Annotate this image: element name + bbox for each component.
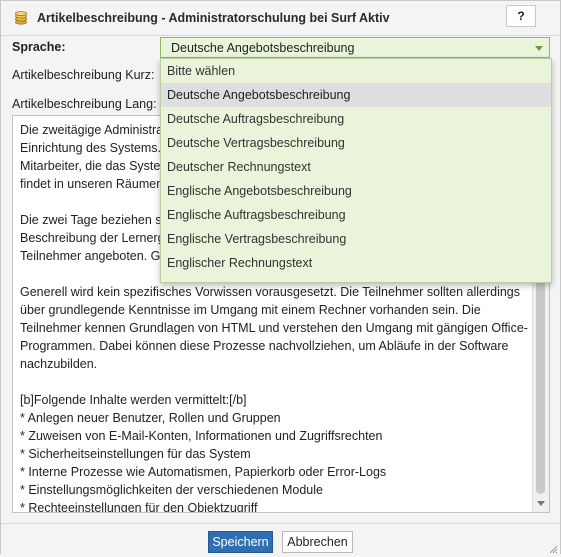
option-deutsche-auftragsbeschreibung[interactable]: Deutsche Auftragsbeschreibung [161, 107, 551, 131]
cancel-button[interactable]: Abbrechen [282, 531, 353, 553]
language-select-value: Deutsche Angebotsbeschreibung [171, 41, 355, 55]
lang-label: Artikelbeschreibung Lang: [12, 97, 157, 111]
option-englischer-rechnungstext[interactable]: Englischer Rechnungstext [161, 251, 551, 275]
chevron-down-icon [535, 46, 543, 51]
resize-grip-icon[interactable] [548, 543, 558, 554]
article-description-dialog: Artikelbeschreibung - Administratorschul… [0, 0, 561, 555]
title-bar: Artikelbeschreibung - Administratorschul… [1, 1, 560, 36]
window-title: Artikelbeschreibung - Administratorschul… [37, 11, 390, 25]
language-select[interactable]: Deutsche Angebotsbeschreibung [160, 37, 550, 58]
option-deutsche-vertragsbeschreibung[interactable]: Deutsche Vertragsbeschreibung [161, 131, 551, 155]
language-dropdown-list: Bitte wählen Deutsche Angebotsbeschreibu… [160, 58, 552, 283]
option-deutscher-rechnungstext[interactable]: Deutscher Rechnungstext [161, 155, 551, 179]
option-englische-vertragsbeschreibung[interactable]: Englische Vertragsbeschreibung [161, 227, 551, 251]
help-button[interactable]: ? [506, 5, 536, 27]
scroll-down-arrow-icon[interactable] [537, 501, 545, 506]
kurz-label: Artikelbeschreibung Kurz: [12, 68, 155, 82]
option-englische-angebotsbeschreibung[interactable]: Englische Angebotsbeschreibung [161, 179, 551, 203]
coin-stack-icon [14, 11, 28, 25]
option-englische-auftragsbeschreibung[interactable]: Englische Auftragsbeschreibung [161, 203, 551, 227]
sprache-label: Sprache: [12, 40, 66, 54]
option-deutsche-angebotsbeschreibung[interactable]: Deutsche Angebotsbeschreibung [161, 83, 551, 107]
dialog-footer: Speichern Abbrechen [1, 523, 560, 555]
save-button[interactable]: Speichern [208, 531, 273, 553]
option-bitte-waehlen[interactable]: Bitte wählen [161, 59, 551, 83]
